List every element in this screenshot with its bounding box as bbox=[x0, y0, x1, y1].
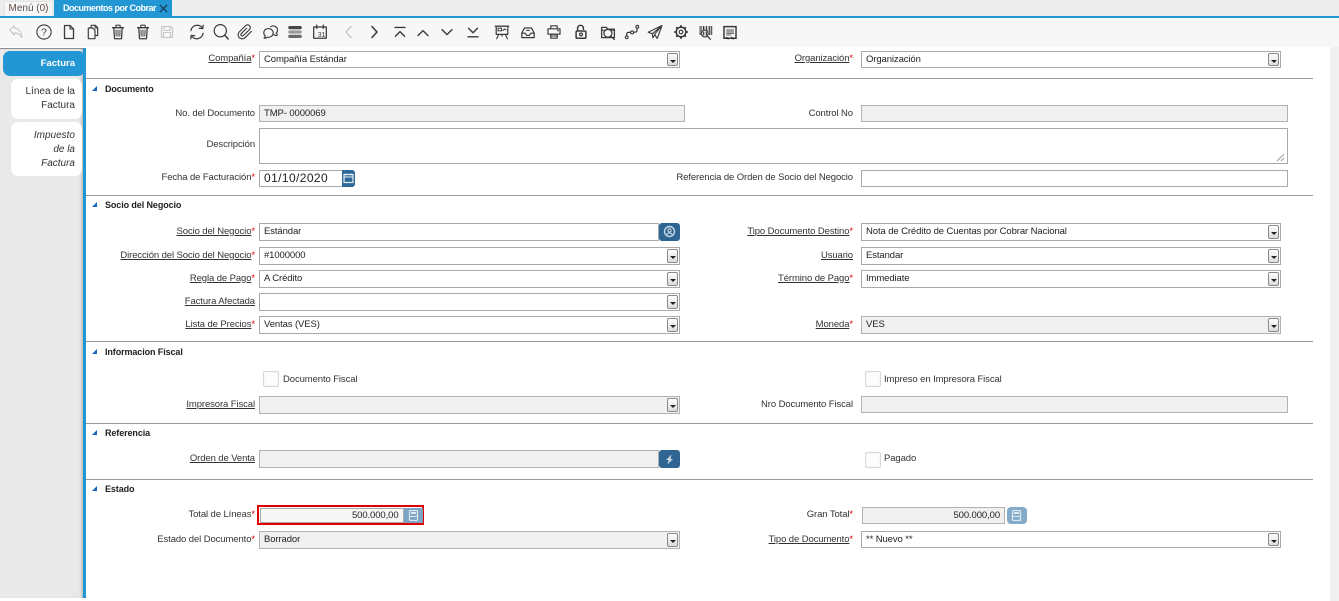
svg-text:31: 31 bbox=[318, 32, 326, 39]
svg-text:?: ? bbox=[41, 28, 47, 39]
